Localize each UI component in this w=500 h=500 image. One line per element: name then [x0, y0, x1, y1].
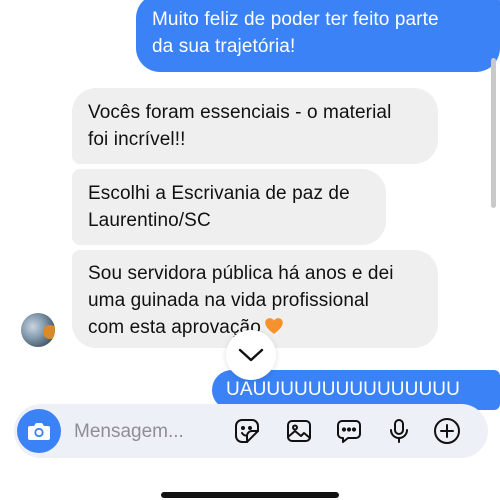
home-indicator: [161, 492, 339, 498]
message-line: Laurentino/SC: [88, 210, 211, 231]
message-line: Vocês foram essenciais - o material: [88, 102, 392, 123]
orange-heart-icon: [265, 318, 283, 334]
chat-bubble-icon: [337, 420, 361, 443]
outgoing-message[interactable]: Muito feliz de poder ter feito parte da …: [136, 0, 500, 72]
microphone-icon: [390, 419, 408, 443]
message-line: foi incrível!!: [88, 129, 186, 150]
message-line: Muito feliz de poder ter feito parte: [152, 9, 439, 30]
camera-icon: [28, 423, 50, 440]
scroll-to-bottom-button[interactable]: [226, 330, 276, 380]
incoming-message[interactable]: Escolhi a Escrivania de paz de Laurentin…: [72, 169, 386, 245]
message-input[interactable]: [72, 416, 226, 448]
incoming-message[interactable]: Vocês foram essenciais - o material foi …: [72, 88, 438, 164]
gallery-button[interactable]: [284, 416, 314, 446]
sticker-button[interactable]: [232, 416, 262, 446]
message-line: Escolhi a Escrivania de paz de: [88, 183, 350, 204]
avatar[interactable]: [21, 313, 55, 347]
sticker-icon: [235, 419, 259, 443]
image-icon: [287, 420, 311, 442]
voice-message-button[interactable]: [384, 416, 414, 446]
add-attachment-button[interactable]: [432, 416, 462, 446]
message-line: da sua trajetória!: [152, 36, 296, 57]
message-composer: [14, 404, 488, 458]
plus-circle-icon: [434, 418, 460, 444]
scrollbar[interactable]: [491, 58, 496, 208]
message-line: uma guinada na vida profissional: [88, 290, 369, 311]
message-line: Sou servidora pública há anos e dei: [88, 263, 394, 284]
camera-button[interactable]: [17, 409, 61, 453]
more-messages-button[interactable]: [334, 416, 364, 446]
chevron-down-icon: [238, 348, 264, 362]
message-line: UAUUUUUUUUUUUUUUU: [226, 379, 460, 400]
